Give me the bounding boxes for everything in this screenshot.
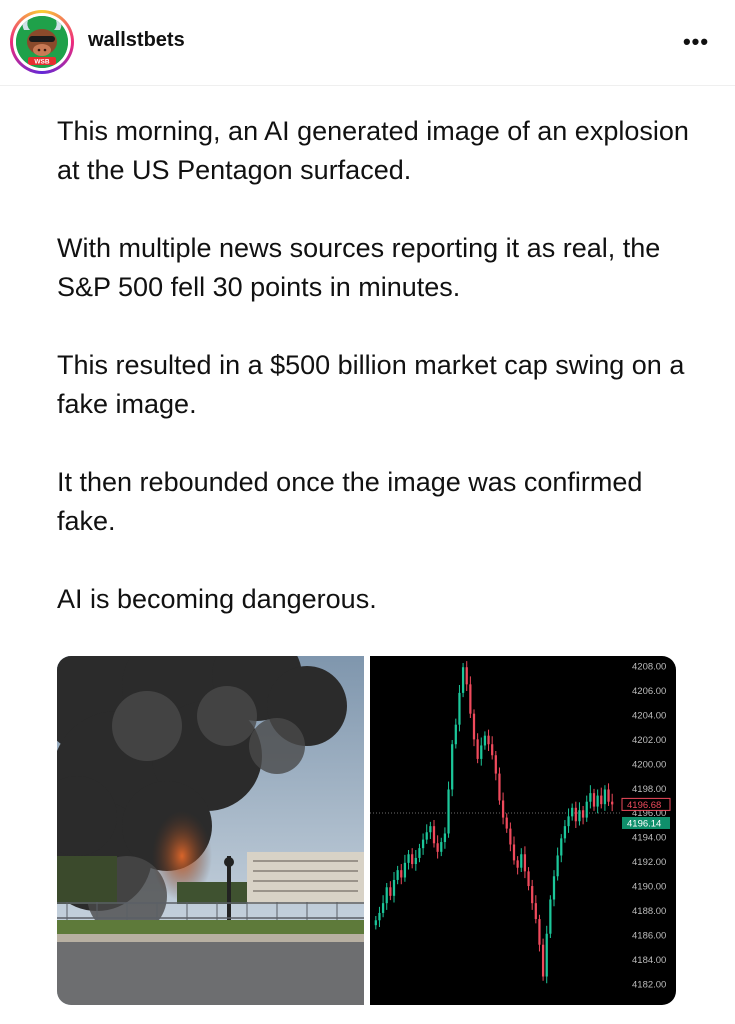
candle-body [389,887,392,896]
candle-body [480,745,483,759]
candle-body [469,684,472,714]
candle-body [603,789,607,805]
candle-body [589,793,592,802]
candle-body [476,739,479,759]
post-media[interactable]: 4208.00 4206.00 4204.00 4202.00 4200.00 4198.… [57,656,676,1005]
svg-text:WSB: WSB [34,59,49,66]
more-horizontal-icon: ••• [682,29,710,54]
candle-body [571,807,574,817]
candle-body [563,826,567,839]
y-tick-label: 4182.00 [632,979,666,990]
candle-body [596,795,599,807]
candle-body [400,870,403,878]
candle-body [607,789,610,802]
candle-body [461,667,465,693]
candle-body [498,773,501,801]
candle-body [545,933,548,977]
candle-body [541,944,545,977]
candle-body [451,744,454,790]
candle-body [523,854,527,872]
candle-body [414,857,417,865]
candle-body [538,919,541,945]
candle-body [491,744,494,756]
sp500-candlestick-chart[interactable]: 4208.00 4206.00 4204.00 4202.00 4200.00 4198.… [370,656,676,1005]
caption-paragraph: This morning, an AI generated image of a… [57,116,689,185]
y-tick-label: 4192.00 [632,857,666,868]
candle-body [465,667,468,685]
candle-body [440,842,443,852]
chart-canvas: 4208.00 4206.00 4204.00 4202.00 4200.00 4198.… [370,661,671,990]
candle-body [381,903,385,913]
post-caption: This morning, an AI generated image of a… [57,112,697,619]
candle-body [531,886,534,904]
candle-body [421,839,425,849]
candle-body [567,816,570,827]
candle-body [472,713,476,740]
y-tick-label: 4204.00 [632,710,666,721]
candle-body [436,843,439,852]
candle-body [509,828,512,845]
avatar[interactable]: WSB [10,10,74,74]
username[interactable]: wallstbets [88,29,185,52]
y-tick-label: 4198.00 [632,784,666,795]
price-label-green-text: 4196.14 [627,818,661,829]
candle-body [592,793,596,807]
candle-body [527,871,530,887]
candle-body [418,848,421,858]
y-tick-label: 4188.00 [632,906,666,917]
candle-body [600,795,603,805]
candle-body [501,800,505,818]
caption-paragraph: It then rebounded once the image was con… [57,467,643,536]
candle-body [425,832,428,840]
y-tick-label: 4194.00 [632,833,666,844]
candle-body [403,862,407,878]
candle-body [447,789,450,834]
caption-paragraph: AI is becoming dangerous. [57,584,377,614]
candle-body [581,810,585,818]
y-tick-label: 4202.00 [632,735,666,746]
candle-body [458,692,461,725]
y-tick-label: 4184.00 [632,955,666,966]
y-tick-label: 4186.00 [632,930,666,941]
candle-body [611,801,614,805]
y-tick-label: 4206.00 [632,686,666,697]
more-options-button[interactable]: ••• [676,30,716,54]
candle-body [494,755,497,774]
candle-body [392,879,396,896]
candle-body [407,854,410,863]
candle-body [454,724,457,745]
candle-body [429,826,432,833]
candle-body [505,817,508,829]
candle-body [378,912,381,921]
candle-body [411,854,414,865]
candle-body [396,870,399,880]
price-label-red-text: 4196.68 [627,800,661,811]
candle-body [534,903,537,920]
candle-body [487,735,490,745]
candle-body [552,876,556,900]
y-tick-label: 4208.00 [632,662,666,673]
candle-body [549,899,552,934]
y-tick-label: 4190.00 [632,882,666,893]
candle-body [385,887,388,904]
candle-body [483,735,487,746]
candle-body [432,826,436,844]
wsb-bull-logo-icon: WSB [16,16,68,68]
candle-body [574,807,577,822]
candle-body [578,810,581,822]
candle-body [520,854,523,868]
caption-paragraph: This resulted in a $500 billion market c… [57,350,685,419]
candle-body [516,860,519,868]
y-tick-label: 4200.00 [632,759,666,770]
pentagon-explosion-photo[interactable] [57,656,364,1005]
caption-paragraph: With multiple news sources reporting it … [57,233,661,302]
candle-body [585,801,588,818]
candle-body [556,855,559,877]
candle-body [374,920,377,926]
candle-body [560,838,563,856]
post-header: WSB wallstbets ••• [0,0,735,86]
candle-body [443,833,447,843]
candle-body [512,844,516,861]
